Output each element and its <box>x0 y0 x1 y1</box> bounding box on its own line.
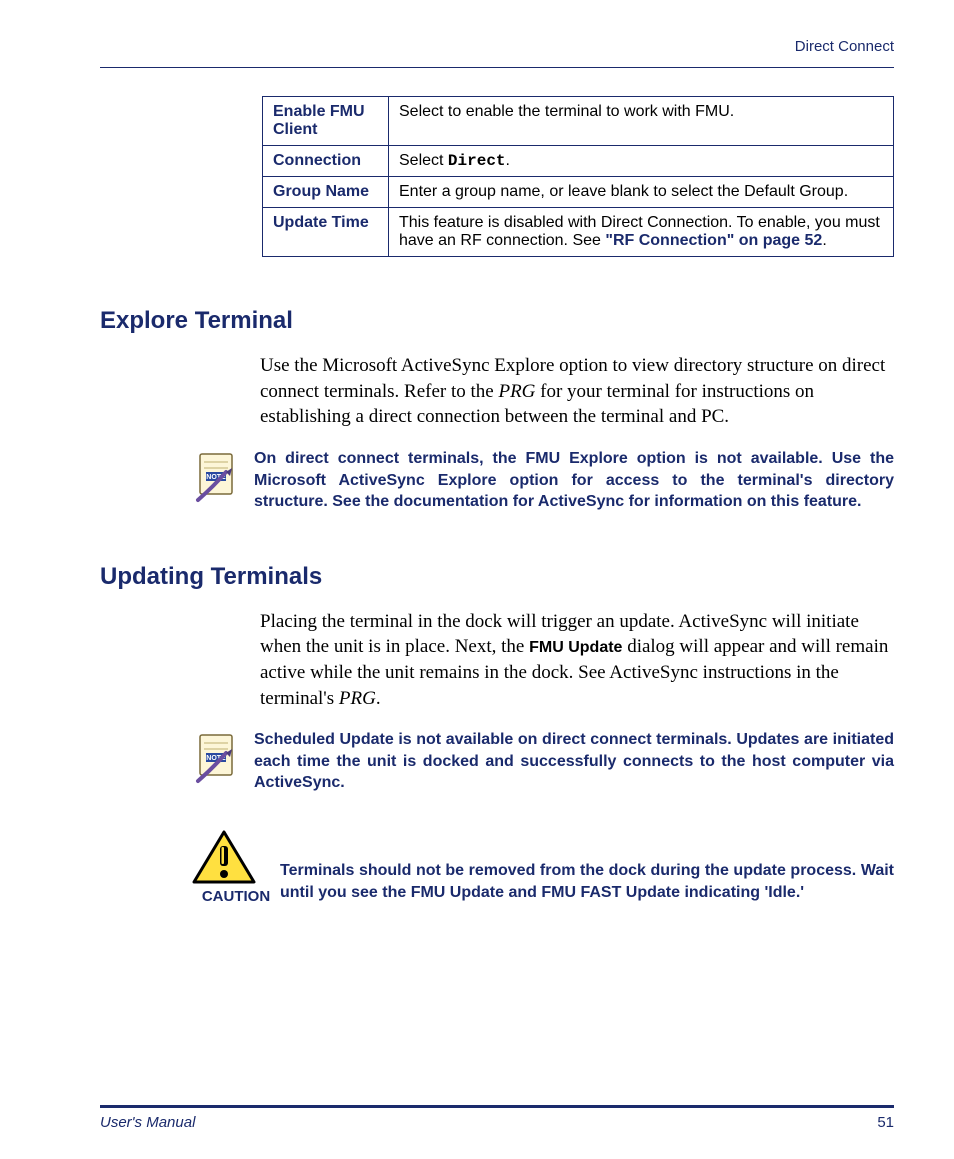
table-key: Group Name <box>263 177 389 208</box>
config-table: Enable FMU Client Select to enable the t… <box>262 96 894 257</box>
mono-text: Direct <box>448 152 506 170</box>
footer-rule <box>100 1105 894 1108</box>
footer-doc-title: User's Manual <box>100 1114 195 1131</box>
note-block: NOTE Scheduled Update is not available o… <box>192 729 894 794</box>
table-key: Update Time <box>263 208 389 257</box>
cross-reference-link[interactable]: "RF Connection" on page 52 <box>605 232 822 249</box>
table-value: Select to enable the terminal to work wi… <box>389 97 894 146</box>
text: . <box>822 232 826 249</box>
table-row: Enable FMU Client Select to enable the t… <box>263 97 894 146</box>
caution-icon-wrap: CAUTION <box>192 830 280 905</box>
section-heading-explore: Explore Terminal <box>100 307 894 335</box>
caution-icon <box>192 830 256 886</box>
body-paragraph: Use the Microsoft ActiveSync Explore opt… <box>260 353 894 430</box>
italic-text: PRG <box>498 381 535 402</box>
table-row: Update Time This feature is disabled wit… <box>263 208 894 257</box>
note-block: NOTE On direct connect terminals, the FM… <box>192 448 894 513</box>
table-key: Enable FMU Client <box>263 97 389 146</box>
table-row: Connection Select Direct. <box>263 146 894 177</box>
text: . <box>376 688 381 709</box>
note-text: Scheduled Update is not available on dir… <box>254 729 894 794</box>
note-icon: NOTE <box>192 448 254 508</box>
caution-label: CAUTION <box>192 888 280 905</box>
body-paragraph: Placing the terminal in the dock will tr… <box>260 609 894 712</box>
table-value: Select Direct. <box>389 146 894 177</box>
footer-page-number: 51 <box>877 1114 894 1131</box>
section-heading-updating: Updating Terminals <box>100 563 894 591</box>
table-key: Connection <box>263 146 389 177</box>
page-header: Direct Connect <box>100 38 894 67</box>
table-value: Enter a group name, or leave blank to se… <box>389 177 894 208</box>
text: . <box>506 152 510 169</box>
text: Select <box>399 152 448 169</box>
bold-text: FMU Update <box>529 639 622 656</box>
table-value: This feature is disabled with Direct Con… <box>389 208 894 257</box>
note-icon: NOTE <box>192 729 254 789</box>
text: Select to enable the terminal to work wi… <box>399 103 734 120</box>
note-text: On direct connect terminals, the FMU Exp… <box>254 448 894 513</box>
page-footer: User's Manual 51 <box>100 1105 894 1131</box>
text: Enter a group name, or leave blank to se… <box>399 183 848 200</box>
caution-block: CAUTION Terminals should not be removed … <box>192 830 894 905</box>
header-rule <box>100 67 894 68</box>
italic-text: PRG <box>339 688 376 709</box>
caution-text: Terminals should not be removed from the… <box>280 830 894 903</box>
table-row: Group Name Enter a group name, or leave … <box>263 177 894 208</box>
